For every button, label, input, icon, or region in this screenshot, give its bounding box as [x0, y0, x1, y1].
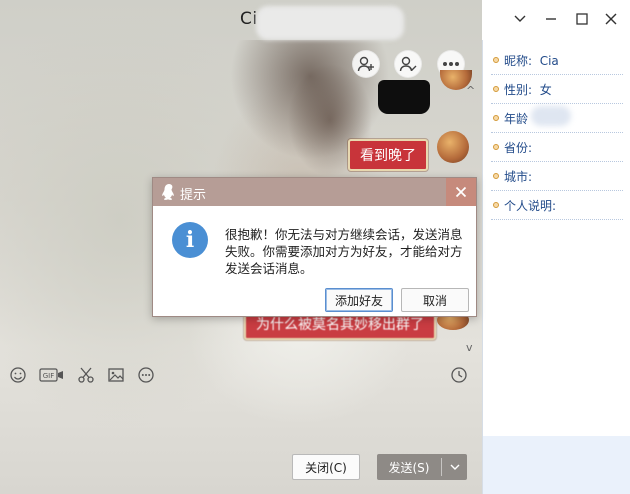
age-label: 年龄	[504, 112, 529, 126]
province-label: 省份:	[504, 141, 533, 155]
emoji-icon[interactable]	[8, 365, 28, 385]
info-icon: i	[172, 222, 208, 258]
more-icon[interactable]	[136, 365, 156, 385]
chevron-down-icon[interactable]	[442, 464, 467, 471]
profile-city-row: 城市:	[483, 162, 630, 191]
minimize-icon[interactable]	[540, 8, 562, 30]
nickname-label: 昵称: Cia	[504, 54, 559, 68]
bullet-icon	[493, 57, 499, 63]
chevron-down-icon[interactable]	[509, 8, 531, 30]
cancel-button[interactable]: 取消	[401, 288, 469, 312]
bullet-icon	[493, 173, 499, 179]
bullet-icon	[493, 86, 499, 92]
chat-bubble: 看到晚了	[348, 139, 428, 171]
profile-icon[interactable]	[394, 50, 422, 78]
close-button[interactable]: 关闭(C)	[292, 454, 360, 480]
bullet-icon	[493, 115, 499, 121]
title-redaction	[256, 6, 404, 40]
profile-gender-row: 性别: 女	[483, 75, 630, 104]
age-redaction	[531, 106, 571, 126]
scroll-up-icon[interactable]: ^	[466, 84, 475, 97]
divider	[491, 219, 623, 220]
profile-panel: 昵称: Cia 性别: 女 年龄 省份: 城市: 个人说明:	[482, 40, 630, 494]
gender-label: 性别: 女	[504, 83, 552, 97]
dialog-header: 提示	[153, 178, 476, 206]
title-bar: Ci	[0, 0, 630, 40]
window-title: Ci	[240, 9, 258, 29]
dialog-title: 提示	[180, 188, 207, 203]
scroll-down-icon[interactable]: v	[466, 341, 473, 354]
gif-icon[interactable]: GIF	[38, 365, 66, 385]
close-icon[interactable]	[600, 8, 622, 30]
add-friend-icon[interactable]	[352, 50, 380, 78]
nickname-value: Cia	[539, 54, 559, 68]
send-label: 发送(S)	[388, 460, 430, 475]
avatar[interactable]	[437, 131, 469, 163]
svg-text:GIF: GIF	[43, 372, 55, 380]
input-toolbar: GIF	[0, 362, 482, 388]
bullet-icon	[493, 202, 499, 208]
profile-nickname-row: 昵称: Cia	[483, 46, 630, 75]
gender-value: 女	[539, 83, 552, 97]
dialog-message: 很抱歉！你无法与对方继续会话，发送消息失败。你需要添加对方为好友，才能给对方发送…	[225, 227, 463, 276]
send-button[interactable]: 发送(S)	[377, 454, 467, 480]
image-icon[interactable]	[106, 365, 126, 385]
qq-penguin-icon	[161, 183, 177, 201]
city-label: 城市:	[504, 170, 533, 184]
alert-dialog: 提示 i 很抱歉！你无法与对方继续会话，发送消息失败。你需要添加对方为好友，才能…	[152, 177, 477, 317]
bullet-icon	[493, 144, 499, 150]
add-friend-button[interactable]: 添加好友	[325, 288, 393, 312]
profile-bio-row: 个人说明:	[483, 191, 630, 220]
sticker-message	[378, 80, 430, 114]
panel-footer	[483, 436, 630, 494]
profile-province-row: 省份:	[483, 133, 630, 162]
maximize-icon[interactable]	[571, 8, 593, 30]
bio-label: 个人说明:	[504, 199, 557, 213]
scissors-icon[interactable]	[76, 365, 96, 385]
dialog-close-icon[interactable]	[446, 178, 476, 206]
profile-age-row: 年龄	[483, 104, 630, 133]
clock-icon[interactable]	[449, 365, 469, 385]
